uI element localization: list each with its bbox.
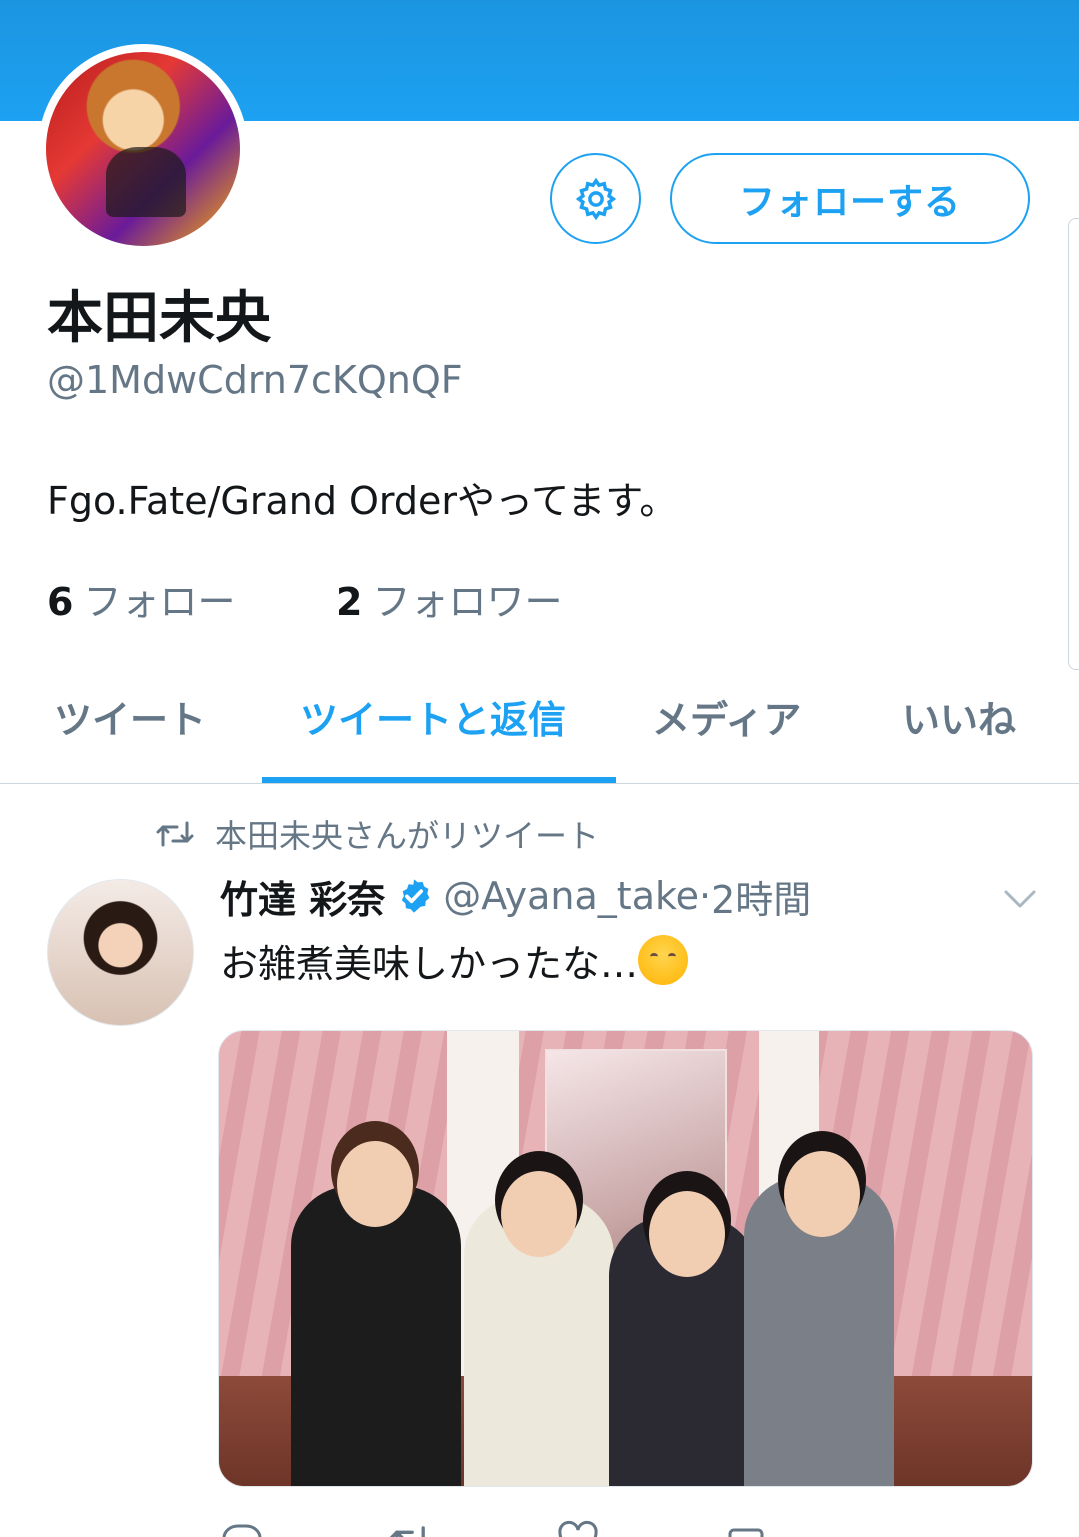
following-stat[interactable]: 6 フォロー — [47, 577, 235, 627]
retweet-context[interactable]: 本田未央さんがリツイート — [155, 812, 599, 856]
following-count: 6 — [47, 580, 74, 624]
tweet-photo[interactable] — [218, 1030, 1033, 1487]
tab-tweets-and-replies[interactable]: ツイートと返信 — [300, 692, 566, 748]
tweet-author-handle[interactable]: @Ayana_take — [443, 874, 699, 918]
tab-tweets[interactable]: ツイート — [54, 692, 206, 748]
photo-person-head — [501, 1171, 577, 1257]
tweet-text: お雑煮美味しかったな… — [220, 935, 689, 992]
retweet-button[interactable] — [388, 1520, 446, 1537]
share-button[interactable] — [724, 1520, 782, 1537]
tab-media[interactable]: メディア — [652, 692, 801, 748]
tweet-actions — [220, 1520, 1020, 1537]
photo-person-head — [784, 1151, 860, 1237]
profile-avatar[interactable] — [38, 44, 248, 254]
tweet-separator: · — [699, 874, 712, 918]
verified-badge-icon — [395, 877, 433, 915]
share-icon — [728, 1528, 764, 1537]
tweet-header: 竹達 彩奈 @Ayana_take · 2時間 — [220, 868, 811, 924]
followers-stat[interactable]: 2 フォロワー — [336, 577, 562, 627]
following-label: フォロー — [83, 580, 236, 624]
followers-count: 2 — [336, 580, 363, 624]
reply-button[interactable] — [220, 1520, 278, 1537]
tweet-timestamp[interactable]: 2時間 — [711, 869, 811, 924]
photo-person-head — [337, 1141, 413, 1227]
heart-icon — [558, 1520, 598, 1537]
retweet-icon — [389, 1526, 425, 1537]
reply-icon — [222, 1524, 262, 1537]
tweet-text-content: お雑煮美味しかったな… — [220, 942, 639, 986]
like-button[interactable] — [556, 1520, 614, 1537]
retweet-context-text: 本田未央さんがリツイート — [215, 817, 600, 855]
tweet-author-avatar[interactable] — [47, 879, 194, 1026]
active-tab-indicator — [262, 777, 616, 783]
photo-person-head — [649, 1191, 725, 1277]
photo-person — [291, 1186, 461, 1486]
profile-bio: Fgo.Fate/Grand Orderやってます。 — [47, 479, 678, 523]
chevron-down-icon[interactable] — [1000, 878, 1040, 918]
followers-label: フォロワー — [372, 580, 563, 624]
relieved-face-emoji-icon — [638, 935, 689, 985]
profile-name: 本田未央 — [47, 286, 271, 351]
profile-tabs: ツイート ツイートと返信 メディア いいね — [0, 660, 1079, 784]
gear-icon — [575, 177, 616, 220]
retweet-icon — [156, 821, 194, 847]
avatar-image — [46, 52, 240, 246]
follow-button[interactable]: フォローする — [670, 153, 1030, 244]
tweet-author-name[interactable]: 竹達 彩奈 — [220, 869, 385, 924]
settings-button[interactable] — [550, 153, 641, 244]
profile-handle: @1MdwCdrn7cKQnQF — [47, 358, 463, 402]
scroll-indicator — [1068, 218, 1079, 670]
tab-likes[interactable]: いいね — [902, 692, 1016, 748]
